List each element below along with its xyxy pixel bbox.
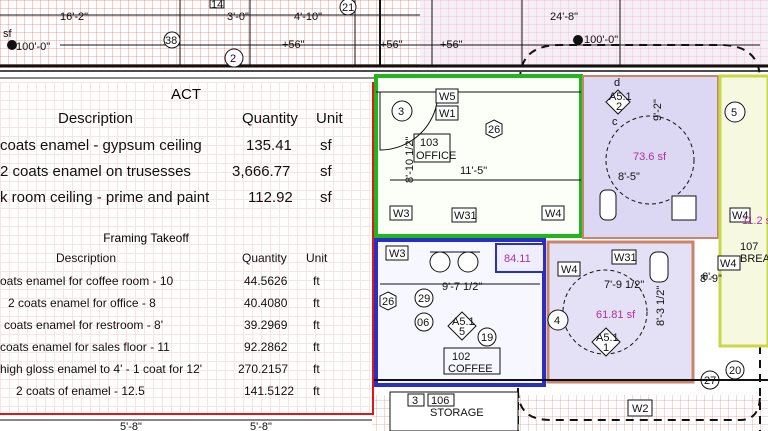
- dim-56-c: +56": [440, 39, 463, 51]
- framing-row-unit: ft: [313, 318, 320, 332]
- dim-8-9: 8'-9": [700, 273, 722, 285]
- framing-title: Framing Takeoff: [103, 231, 189, 245]
- detail-a51-2-num: 2: [616, 101, 622, 113]
- framing-row-quantity: 40.4080: [244, 296, 288, 310]
- framing-header-quantity: Quantity: [242, 251, 287, 265]
- tag-21: 21: [342, 2, 354, 14]
- dim-4-10: 4'-10": [294, 11, 322, 23]
- tag-sf: sf: [3, 28, 13, 40]
- dim-9-2: 9'-2": [652, 99, 664, 121]
- tag-26-office: 26: [488, 124, 500, 136]
- break-number: 107: [740, 241, 758, 253]
- act-header-description: Description: [58, 110, 134, 127]
- framing-row-description: 2 coats enamel for office - 8: [8, 296, 156, 310]
- act-row-unit: sf: [320, 189, 332, 206]
- tag-w5: W5: [439, 91, 456, 103]
- break-name: BREA: [740, 253, 768, 265]
- tag-29: 29: [418, 293, 430, 305]
- tag-06: 06: [417, 317, 429, 329]
- office-number: 103: [420, 137, 438, 149]
- framing-row-quantity: 270.2157: [238, 362, 289, 376]
- framing-row-description: coats enamel for restroom - 8': [4, 318, 164, 332]
- act-row-description: 2 coats enamel on trusesses: [0, 163, 191, 180]
- tag-d: d: [614, 77, 620, 89]
- dim-7-9: 7'-9 1/2": [604, 279, 644, 291]
- act-row-description: k room ceiling - prime and paint: [0, 189, 210, 206]
- office-name: OFFICE: [416, 150, 456, 162]
- framing-row-unit: ft: [313, 384, 320, 398]
- restroom2-area: 61.81 sf: [596, 309, 636, 321]
- tag-2: 2: [230, 53, 236, 65]
- tag-3: 3: [398, 106, 404, 118]
- framing-row-description: coats enamel for sales floor - 11: [0, 340, 170, 354]
- act-row-unit: sf: [320, 163, 332, 180]
- coffee-area: 84.11: [504, 253, 531, 265]
- dim-8-5: 8'-5": [618, 171, 640, 183]
- dim-5-8-a: 5'-8": [120, 421, 142, 431]
- restroom-area: 73.6 sf: [633, 151, 667, 163]
- dim-8-3: 8'-3 1/2": [655, 286, 667, 326]
- framing-row-quantity: 92.2862: [244, 340, 288, 354]
- break-area: 11.2 sf: [742, 215, 768, 227]
- tag-w31-office: W31: [454, 210, 477, 222]
- dim-56-b: +56": [380, 39, 403, 51]
- tag-w31-restroom2: W31: [614, 252, 637, 264]
- act-header-quantity: Quantity: [242, 110, 298, 127]
- tag-26-coffee: 26: [382, 296, 394, 308]
- dim-5-8-b: 5'-8": [250, 421, 272, 431]
- act-header-unit: Unit: [316, 110, 343, 127]
- framing-row-quantity: 141.5122: [244, 384, 295, 398]
- tag-20: 20: [729, 365, 741, 377]
- tag-w4-break: W4: [720, 258, 737, 270]
- tag-w4-office: W4: [545, 208, 562, 220]
- dim-11-5: 11'-5": [460, 165, 487, 177]
- tag-14: 14: [211, 0, 223, 11]
- tag-4: 4: [554, 315, 560, 327]
- tag-w4-restroom2: W4: [561, 264, 578, 276]
- tag-w1: W1: [439, 108, 456, 120]
- tag-w3-coffee: W3: [389, 248, 406, 260]
- tag-3-storage: 3: [412, 395, 418, 407]
- framing-row-quantity: 44.5626: [244, 274, 288, 288]
- act-row-quantity: 3,666.77: [232, 163, 291, 180]
- elevation-left: 100'-0": [16, 41, 50, 53]
- dim-56-a: +56": [282, 39, 305, 51]
- tag-w3-office: W3: [393, 208, 410, 220]
- tag-19: 19: [481, 332, 493, 344]
- framing-row-unit: ft: [313, 296, 320, 310]
- dim-16-2: 16'-2": [60, 11, 88, 23]
- framing-row-unit: ft: [313, 274, 320, 288]
- coffee-number: 102: [452, 351, 470, 363]
- framing-header-description: Description: [56, 251, 117, 265]
- dim-3-0: 3'-0": [227, 11, 249, 23]
- tag-w2: W2: [632, 403, 649, 415]
- framing-row-unit: ft: [313, 362, 320, 376]
- tag-38: 38: [165, 35, 177, 47]
- dim-9-7: 9'-7 1/2": [442, 281, 482, 293]
- framing-row-description: oats enamel for coffee room - 10: [0, 274, 174, 288]
- act-row-quantity: 112.92: [248, 189, 293, 206]
- framing-row-unit: ft: [313, 340, 320, 354]
- framing-row-description: 2 coats of enamel - 12.5: [16, 384, 145, 398]
- coffee-name: COFFEE: [448, 363, 493, 375]
- act-row-description: coats enamel - gypsum ceiling: [0, 137, 202, 154]
- dim-8-10: 8'-10 1/2": [404, 137, 416, 183]
- tag-5: 5: [731, 107, 737, 119]
- framing-row-description: high gloss enamel to 4' - 1 coat for 12': [0, 362, 203, 376]
- takeoff-panel[interactable]: ACT Description Quantity Unit coats enam…: [0, 82, 374, 415]
- detail-a51-5-num: 5: [459, 326, 465, 338]
- act-title: ACT: [171, 86, 201, 103]
- framing-header-unit: Unit: [306, 251, 328, 265]
- storage-number: 106: [431, 395, 449, 407]
- tag-c: c: [612, 116, 618, 128]
- act-row-unit: sf: [320, 137, 332, 154]
- act-row-quantity: 135.41: [246, 137, 292, 154]
- detail-a51-1-num: 1: [603, 342, 609, 354]
- framing-row-quantity: 39.2969: [244, 318, 288, 332]
- dim-24-8: 24'-8": [550, 11, 578, 23]
- storage-name: STORAGE: [430, 407, 484, 419]
